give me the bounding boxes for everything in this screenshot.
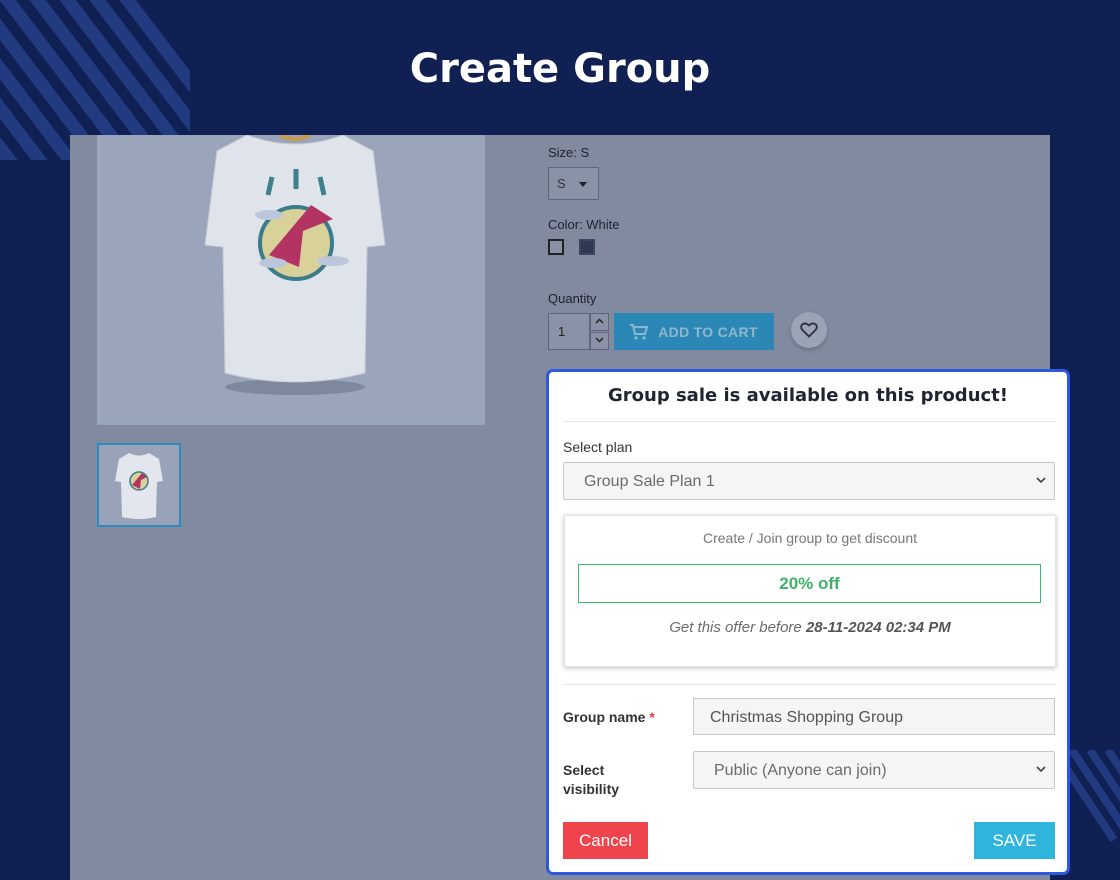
visibility-label: Select visibility <box>563 761 619 799</box>
group-name-input[interactable]: Christmas Shopping Group <box>693 698 1055 735</box>
chevron-up-icon <box>595 318 604 324</box>
shopping-cart-icon <box>630 323 649 340</box>
group-sale-modal: Group sale is available on this product!… <box>546 369 1070 875</box>
heart-icon <box>800 322 818 338</box>
size-label: Size: S <box>548 145 590 160</box>
group-name-label-text: Group name <box>563 709 646 725</box>
required-asterisk: * <box>649 709 655 725</box>
offer-expiry: Get this offer before 28-11-2024 02:34 P… <box>565 619 1055 636</box>
quantity-input[interactable]: 1 <box>548 313 590 350</box>
chevron-down-icon <box>1036 477 1046 484</box>
plan-select-value: Group Sale Plan 1 <box>584 473 715 490</box>
divider <box>563 421 1056 422</box>
add-to-cart-button[interactable]: ADD TO CART <box>614 313 774 350</box>
visibility-select-value: Public (Anyone can join) <box>714 762 887 779</box>
quantity-label: Quantity <box>548 291 597 306</box>
group-name-label: Group name * <box>563 708 655 727</box>
tshirt-illustration <box>204 135 386 395</box>
offer-card: Create / Join group to get discount 20% … <box>564 515 1056 667</box>
color-swatch-dark[interactable] <box>579 239 595 255</box>
offer-deadline: 28-11-2024 02:34 PM <box>805 619 951 636</box>
product-thumbnail[interactable] <box>97 443 181 527</box>
modal-title: Group sale is available on this product! <box>607 385 1008 406</box>
quantity-decrease-button[interactable] <box>590 332 609 350</box>
visibility-label-line2: visibility <box>563 781 620 797</box>
quantity-increase-button[interactable] <box>590 313 609 331</box>
plan-select[interactable]: Group Sale Plan 1 <box>563 462 1055 500</box>
save-button[interactable]: SAVE <box>974 822 1055 859</box>
visibility-select[interactable]: Public (Anyone can join) <box>693 751 1055 789</box>
select-plan-label: Select plan <box>563 439 633 455</box>
caret-down-icon <box>579 182 587 187</box>
wishlist-button[interactable] <box>791 312 827 348</box>
visibility-label-line1: Select <box>563 762 605 778</box>
size-value: S <box>557 176 566 191</box>
chevron-down-icon <box>1036 766 1046 773</box>
offer-heading: Create / Join group to get discount <box>702 530 918 546</box>
add-to-cart-label: ADD TO CART <box>658 323 758 340</box>
cancel-button[interactable]: Cancel <box>563 822 648 859</box>
size-select[interactable]: S <box>548 167 599 200</box>
discount-badge: 20% off <box>578 564 1041 603</box>
divider <box>563 684 1056 685</box>
color-swatch-white[interactable] <box>548 239 564 255</box>
offer-expiry-prefix: Get this offer before <box>669 619 806 636</box>
decorative-stripes <box>1064 750 1120 843</box>
page-title: Create Group <box>409 46 711 92</box>
chevron-down-icon <box>595 337 604 343</box>
product-image <box>97 135 485 425</box>
color-label: Color: White <box>548 217 620 232</box>
